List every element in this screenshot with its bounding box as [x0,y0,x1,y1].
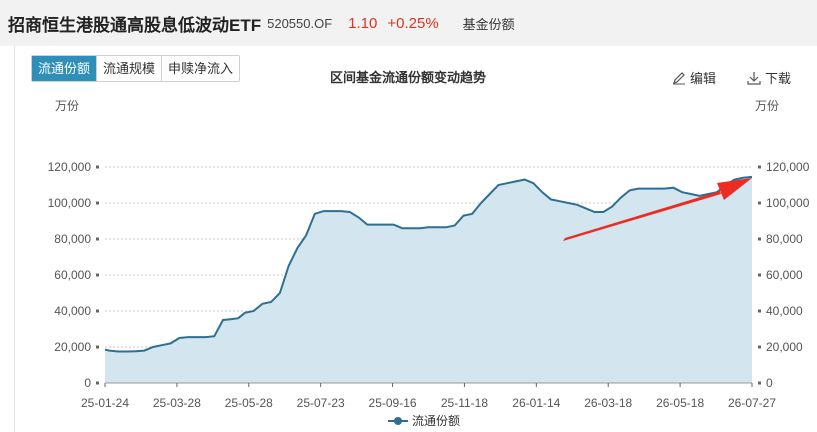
y-tick-mark-right [758,237,761,241]
x-tick-label: 26-03-18 [584,396,632,410]
x-tick-label: 25-07-23 [297,396,345,410]
series-area [105,176,752,383]
x-tick-label: 25-09-16 [369,396,417,410]
x-tick-label: 26-05-18 [656,396,704,410]
chart-title: 区间基金流通份额变动趋势 [330,70,487,85]
x-tick-label: 25-01-24 [81,396,129,410]
y-tick-label-left: 60,000 [54,268,91,282]
y-axis-unit-right: 万份 [755,99,780,113]
y-tick-mark-left [96,381,99,385]
y-tick-label-left: 80,000 [54,232,91,246]
x-tick-label: 26-01-14 [512,396,560,410]
y-axis-unit-left: 万份 [55,99,80,113]
edit-button[interactable]: 编辑 [672,68,716,87]
y-tick-label-left: 40,000 [54,304,91,318]
y-tick-mark-left [96,309,99,313]
y-tick-mark-left [96,345,99,349]
y-tick-mark-left [96,237,99,241]
download-icon [747,71,761,85]
x-tick-label: 25-11-18 [441,396,488,410]
y-tick-mark-right [758,381,761,385]
y-tick-label-left: 100,000 [48,196,92,210]
y-tick-label-left: 20,000 [54,340,91,354]
y-tick-label-right: 100,000 [766,196,810,210]
legend-swatch [388,416,408,426]
x-tick-label: 25-03-28 [153,396,201,410]
area-chart: 0 0 20,000 20,000 40,000 40,000 60,000 60,000 80… [48,160,810,410]
y-tick-mark-right [758,309,761,313]
y-tick-mark-left [96,201,99,205]
pencil-icon [673,71,685,84]
y-tick-label-right: 20,000 [766,340,803,354]
edit-label: 编辑 [690,71,717,86]
y-tick-label-right: 80,000 [766,232,803,246]
x-tick-label: 26-07-27 [728,396,776,410]
y-tick-label-left: 120,000 [48,160,92,174]
y-tick-label-right: 120,000 [766,160,810,174]
y-tick-mark-right [758,273,761,277]
download-label: 下载 [765,71,792,86]
y-tick-mark-left [96,273,99,277]
x-tick-label: 25-05-28 [225,396,273,410]
y-tick-mark-right [758,201,761,205]
chart-legend[interactable]: 流通份额 [388,412,460,429]
y-tick-mark-right [758,165,761,169]
y-tick-label-right: 40,000 [766,304,803,318]
download-button[interactable]: 下载 [747,68,791,87]
y-tick-label-right: 60,000 [766,268,803,282]
y-tick-mark-left [96,165,99,169]
y-tick-mark-right [758,345,761,349]
y-tick-label-left: 0 [84,376,91,390]
legend-label: 流通份额 [412,414,461,428]
y-tick-label-right: 0 [766,376,773,390]
